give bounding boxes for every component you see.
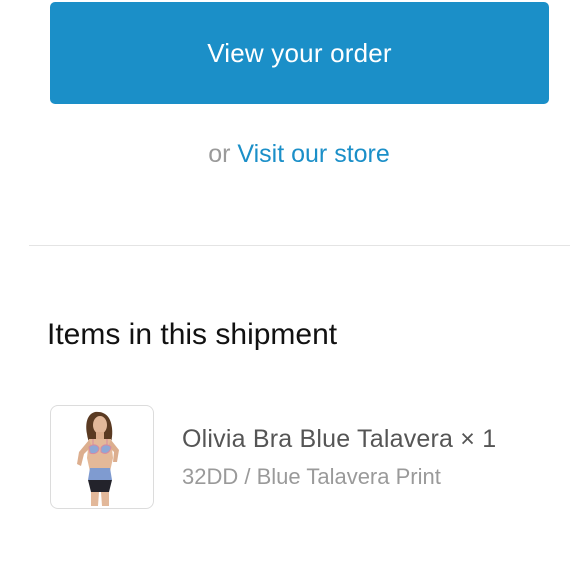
store-link-line: or Visit our store bbox=[0, 140, 580, 169]
view-order-button[interactable]: View your order bbox=[50, 2, 549, 104]
divider bbox=[29, 245, 570, 246]
shipment-item[interactable]: Olivia Bra Blue Talavera × 1 32DD / Blue… bbox=[50, 405, 580, 509]
section-title: Items in this shipment bbox=[47, 318, 338, 351]
item-variant: 32DD / Blue Talavera Print bbox=[182, 464, 441, 489]
product-thumbnail[interactable] bbox=[50, 405, 154, 509]
product-photo-image bbox=[77, 411, 119, 506]
visit-store-link[interactable]: Visit our store bbox=[237, 140, 389, 168]
item-title: Olivia Bra Blue Talavera × 1 bbox=[182, 425, 497, 453]
or-text: or bbox=[208, 140, 231, 168]
shipment-email-page: View your order or Visit our store Items… bbox=[0, 0, 580, 580]
